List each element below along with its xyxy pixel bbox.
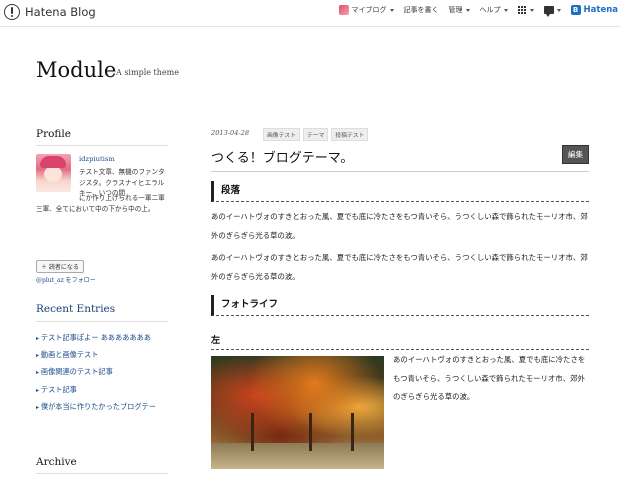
title-divider xyxy=(211,171,589,172)
category-tag[interactable]: 画像テスト xyxy=(263,128,300,141)
twitter-follow-link[interactable]: @plut_az をフォロー xyxy=(36,275,96,284)
autumn-trees-photo[interactable] xyxy=(211,356,384,469)
sidebar-archive: Archive xyxy=(36,456,168,474)
my-blog-menu[interactable]: マイブログ xyxy=(338,5,394,15)
apps-menu[interactable] xyxy=(517,5,534,15)
help-label: ヘルプ xyxy=(479,6,501,14)
help-menu[interactable]: ヘルプ xyxy=(480,5,508,15)
recent-entries-list: テスト記事ぽよー あああああああ 動画と画像テスト 画像関連のテスト記事 テスト… xyxy=(36,330,168,416)
manage-menu[interactable]: 管理 xyxy=(449,5,470,15)
photo-side-text: あのイーハトヴォのすきとおった風、夏でも底に冷たさをもつ青いそら、うつくしい森で… xyxy=(393,355,586,402)
top-navigation-bar: Hatena Blog マイブログ 記事を書く 管理 ヘルプ B Hatena xyxy=(0,0,620,27)
recent-entry-link[interactable]: 画像関連のテスト記事 xyxy=(36,364,168,381)
profile-description-continued: にか作り上げられる一軍二軍三軍、全てにおいて中の下から中の上。 xyxy=(36,194,165,213)
chevron-down-icon xyxy=(556,8,561,12)
recent-entry-link[interactable]: 動画と画像テスト xyxy=(36,347,168,364)
subscribe-button[interactable]: ＋ 読者になる xyxy=(36,260,84,273)
section-heading: 段落 xyxy=(211,181,589,202)
entry-paragraph: あのイーハトヴォのすきとおった風、夏でも底に冷たさをもつ青いそら、うつくしい森で… xyxy=(211,212,588,240)
chevron-down-icon xyxy=(529,8,534,12)
write-entry-label: 記事を書く xyxy=(403,6,439,14)
hatena-b-icon: B xyxy=(570,5,581,15)
brand-label: Hatena Blog xyxy=(25,5,96,19)
photo-tree-trunk xyxy=(309,413,312,451)
profile-box: idzpiutism テスト文章、無機のファンタジスタ。クラスナイヒエラルキー、… xyxy=(36,154,168,284)
recent-entry-link[interactable]: テスト記事 xyxy=(36,382,168,399)
section-heading-paragraph: 段落 xyxy=(211,181,589,202)
entry-article: 2013-04-28 画像テスト テーマ 投稿テスト つくる！ブログテーマ。 編… xyxy=(211,128,589,469)
profile-avatar[interactable] xyxy=(36,154,71,192)
blog-title[interactable]: Module xyxy=(36,58,116,82)
photo-tree-trunk xyxy=(351,413,354,451)
photo-tree-trunk xyxy=(251,413,254,451)
grid-icon xyxy=(517,5,527,15)
entry-paragraph: あのイーハトヴォのすきとおった風、夏でも底に冷たさをもつ青いそら、うつくしい森で… xyxy=(211,253,588,281)
blog-description: A simple theme xyxy=(116,68,179,77)
subheading-left: 左 xyxy=(211,333,589,350)
sidebar-profile-module: Profile idzpiutism テスト文章、無機のファンタジスタ。クラスナ… xyxy=(36,128,168,284)
chevron-down-icon xyxy=(465,8,470,12)
hatena-blog-brand[interactable]: Hatena Blog xyxy=(4,4,96,20)
subscribe-label: 読者になる xyxy=(48,264,79,271)
category-tag[interactable]: テーマ xyxy=(303,128,329,141)
entry-categories: 画像テスト テーマ 投稿テスト xyxy=(263,128,369,141)
notifications-menu[interactable] xyxy=(543,6,561,17)
top-menu: マイブログ 記事を書く 管理 ヘルプ B Hatena xyxy=(329,5,618,17)
user-avatar-icon xyxy=(338,5,349,15)
hatena-blog-logo-icon xyxy=(4,4,20,20)
section-heading: フォトライフ xyxy=(211,295,589,316)
profile-heading: Profile xyxy=(36,128,168,146)
archive-heading: Archive xyxy=(36,456,168,474)
entry-meta: 2013-04-28 画像テスト テーマ 投稿テスト xyxy=(211,128,589,141)
profile-name-link[interactable]: idzpiutism xyxy=(79,155,115,163)
my-blog-label: マイブログ xyxy=(351,6,387,14)
hatena-logo-label: Hatena xyxy=(583,5,618,15)
chevron-down-icon xyxy=(389,8,394,12)
recent-entries-heading: Recent Entries xyxy=(36,303,168,322)
notification-speech-icon xyxy=(543,6,554,17)
entry-title[interactable]: つくる！ブログテーマ。 xyxy=(211,147,353,166)
edit-button[interactable]: 編集 xyxy=(562,145,589,164)
section-heading-fotolife: フォトライフ xyxy=(211,295,589,316)
recent-entry-link[interactable]: テスト記事ぽよー あああああああ xyxy=(36,330,168,347)
category-tag[interactable]: 投稿テスト xyxy=(331,128,369,141)
chevron-down-icon xyxy=(503,8,508,12)
manage-label: 管理 xyxy=(448,6,463,14)
entry-date[interactable]: 2013-04-28 xyxy=(211,129,249,137)
photo-ground xyxy=(211,443,384,469)
sidebar-recent-entries: Recent Entries テスト記事ぽよー あああああああ 動画と画像テスト… xyxy=(36,303,168,416)
recent-entry-link[interactable]: 僕が本当に作りたかったブログテー xyxy=(36,399,168,416)
hatena-logo-link[interactable]: B Hatena xyxy=(570,5,618,15)
write-entry-link[interactable]: 記事を書く xyxy=(404,5,439,15)
